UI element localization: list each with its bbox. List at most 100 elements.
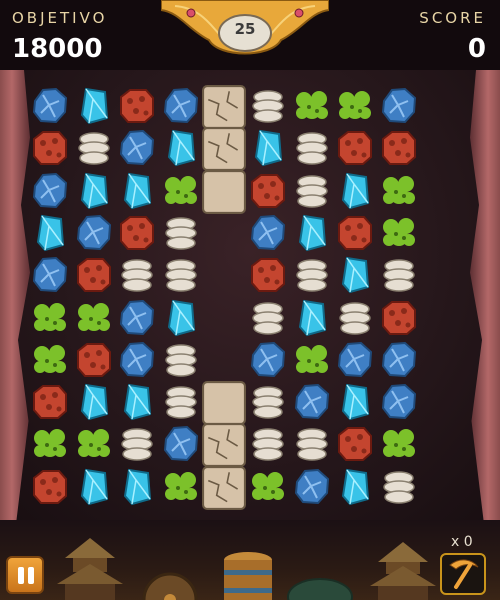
cyan-crystal-icon: [80, 468, 108, 505]
blue-rock-tile[interactable]: [247, 212, 289, 254]
green-moss-tile[interactable]: [73, 423, 115, 465]
stone-block-tile[interactable]: [202, 381, 247, 426]
red-ore-tile[interactable]: [73, 339, 115, 381]
red-ore-tile[interactable]: [29, 127, 71, 169]
cyan-crystal-tile[interactable]: [334, 254, 376, 296]
cyan-crystal-tile[interactable]: [73, 85, 115, 127]
green-moss-tile[interactable]: [160, 466, 202, 508]
cyan-crystal-tile[interactable]: [334, 170, 376, 212]
cyan-crystal-tile[interactable]: [334, 466, 376, 508]
red-ore-tile[interactable]: [29, 381, 71, 423]
white-fossil-tile[interactable]: [160, 212, 202, 254]
cracked-stone-block-tile[interactable]: [202, 85, 247, 129]
cyan-crystal-tile[interactable]: [29, 212, 71, 254]
cyan-crystal-tile[interactable]: [291, 297, 333, 339]
red-ore-tile[interactable]: [247, 254, 289, 296]
cyan-crystal-tile[interactable]: [160, 127, 202, 169]
white-fossil-tile[interactable]: [291, 423, 333, 465]
pickaxe-icon: [449, 559, 479, 589]
green-moss-tile[interactable]: [73, 297, 115, 339]
red-ore-tile[interactable]: [116, 212, 158, 254]
white-fossil-tile[interactable]: [160, 381, 202, 423]
cracked-stone-block-tile[interactable]: [202, 127, 247, 172]
stone-block-tile[interactable]: [202, 169, 247, 214]
cracked-stone-block-tile[interactable]: [202, 423, 247, 468]
green-moss-tile[interactable]: [334, 85, 376, 127]
white-fossil-tile[interactable]: [160, 339, 202, 381]
blue-rock-tile[interactable]: [160, 85, 202, 127]
cyan-crystal-tile[interactable]: [334, 381, 376, 423]
white-fossil-icon: [295, 174, 328, 208]
red-ore-tile[interactable]: [378, 297, 420, 339]
cyan-crystal-tile[interactable]: [247, 127, 289, 169]
red-ore-tile[interactable]: [247, 170, 289, 212]
blue-rock-tile[interactable]: [116, 127, 158, 169]
pickaxe-button[interactable]: [440, 553, 486, 595]
green-moss-tile[interactable]: [160, 170, 202, 212]
green-moss-tile[interactable]: [291, 339, 333, 381]
white-fossil-icon: [383, 259, 415, 292]
white-fossil-tile[interactable]: [73, 127, 115, 169]
blue-rock-tile[interactable]: [291, 381, 333, 423]
blue-rock-tile[interactable]: [116, 297, 158, 339]
white-fossil-tile[interactable]: [291, 170, 333, 212]
blue-rock-tile[interactable]: [247, 339, 289, 381]
cyan-crystal-tile[interactable]: [116, 170, 158, 212]
blue-rock-tile[interactable]: [73, 212, 115, 254]
white-fossil-tile[interactable]: [247, 297, 289, 339]
pause-button[interactable]: [6, 556, 44, 594]
red-ore-tile[interactable]: [334, 423, 376, 465]
red-ore-icon: [33, 131, 67, 166]
white-fossil-tile[interactable]: [334, 297, 376, 339]
cyan-crystal-tile[interactable]: [73, 381, 115, 423]
blue-rock-tile[interactable]: [116, 339, 158, 381]
green-moss-tile[interactable]: [378, 423, 420, 465]
green-moss-icon: [34, 302, 66, 331]
white-fossil-tile[interactable]: [291, 254, 333, 296]
green-moss-tile[interactable]: [378, 170, 420, 212]
blue-rock-tile[interactable]: [334, 339, 376, 381]
blue-rock-tile[interactable]: [29, 254, 71, 296]
game-board[interactable]: [0, 0, 500, 600]
green-moss-tile[interactable]: [291, 85, 333, 127]
green-moss-tile[interactable]: [29, 297, 71, 339]
white-fossil-tile[interactable]: [116, 254, 158, 296]
blue-rock-tile[interactable]: [291, 466, 333, 508]
red-ore-tile[interactable]: [334, 127, 376, 169]
pickaxe-count: x 0: [451, 534, 473, 550]
cyan-crystal-tile[interactable]: [116, 381, 158, 423]
green-moss-tile[interactable]: [247, 466, 289, 508]
red-ore-icon: [120, 215, 155, 250]
blue-rock-tile[interactable]: [378, 85, 420, 127]
white-fossil-tile[interactable]: [247, 423, 289, 465]
red-ore-tile[interactable]: [334, 212, 376, 254]
cracked-stone-block-icon: [202, 423, 247, 468]
green-moss-tile[interactable]: [29, 423, 71, 465]
white-fossil-tile[interactable]: [378, 254, 420, 296]
white-fossil-tile[interactable]: [247, 85, 289, 127]
cyan-crystal-tile[interactable]: [291, 212, 333, 254]
blue-rock-tile[interactable]: [29, 170, 71, 212]
red-ore-tile[interactable]: [29, 466, 71, 508]
red-ore-icon: [120, 89, 155, 123]
white-fossil-tile[interactable]: [378, 466, 420, 508]
cracked-stone-block-tile[interactable]: [202, 465, 247, 510]
white-fossil-tile[interactable]: [160, 254, 202, 296]
red-ore-tile[interactable]: [116, 85, 158, 127]
white-fossil-tile[interactable]: [291, 127, 333, 169]
cyan-crystal-tile[interactable]: [160, 297, 202, 339]
cyan-crystal-tile[interactable]: [73, 170, 115, 212]
green-moss-tile[interactable]: [29, 339, 71, 381]
green-moss-tile[interactable]: [378, 212, 420, 254]
red-ore-tile[interactable]: [378, 127, 420, 169]
red-ore-tile[interactable]: [73, 254, 115, 296]
blue-rock-tile[interactable]: [378, 381, 420, 423]
white-fossil-tile[interactable]: [247, 381, 289, 423]
green-moss-icon: [339, 91, 372, 119]
cyan-crystal-tile[interactable]: [73, 466, 115, 508]
blue-rock-tile[interactable]: [160, 423, 202, 465]
white-fossil-tile[interactable]: [116, 423, 158, 465]
blue-rock-tile[interactable]: [29, 85, 71, 127]
cyan-crystal-tile[interactable]: [116, 466, 158, 508]
blue-rock-tile[interactable]: [378, 339, 420, 381]
